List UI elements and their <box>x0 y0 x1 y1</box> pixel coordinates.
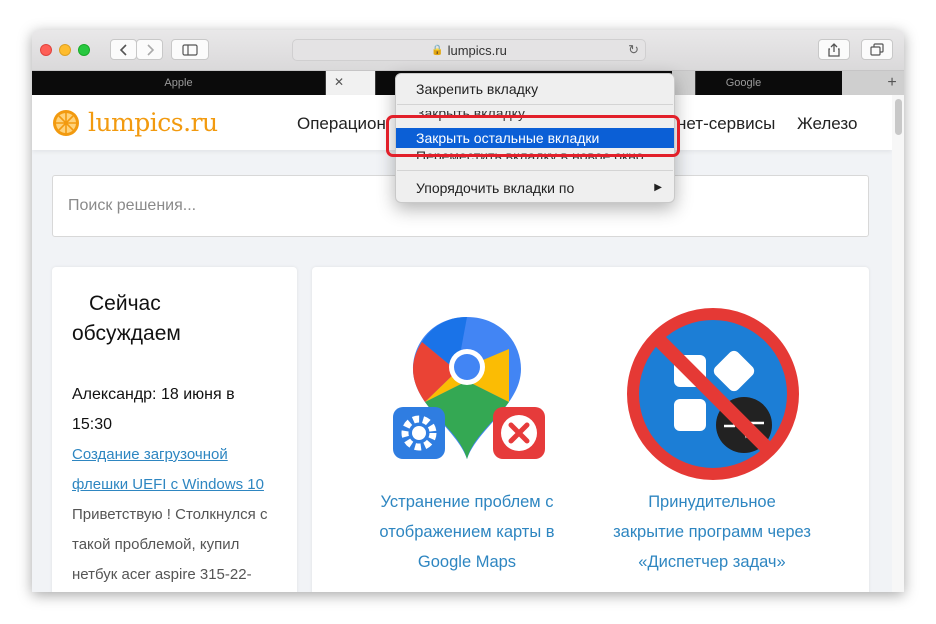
google-maps-icon[interactable] <box>387 309 547 469</box>
menu-separator <box>397 104 673 105</box>
close-window-button[interactable] <box>40 44 52 56</box>
sidebar-icon <box>182 43 198 56</box>
sidebar-toggle-button[interactable] <box>171 39 209 60</box>
discussion-card: Сейчас обсуждаем Александр: 18 июня в 15… <box>52 267 297 592</box>
title-bar: 🔒 lumpics.ru ↻ <box>32 30 904 71</box>
lock-icon: 🔒 <box>431 44 444 56</box>
nav-item-hardware[interactable]: Железо <box>797 114 857 134</box>
scrollbar-thumb[interactable] <box>895 99 902 135</box>
tabs-overview-icon <box>870 43 884 56</box>
highlight-annotation <box>386 115 680 157</box>
article-link-task-manager[interactable]: Принудительное закрытие программ через «… <box>612 487 812 577</box>
comment-author: Александр: 18 июня в 15:30 <box>72 386 235 433</box>
chevron-right-icon <box>146 43 154 56</box>
tab-background-2[interactable] <box>842 71 880 95</box>
tab-label: Apple <box>164 77 193 89</box>
comment-text: Приветствую ! Столкнулся с такой проблем… <box>72 506 268 583</box>
articles-card: Устранение проблем с отображением карты … <box>312 267 869 592</box>
address-url: lumpics.ru <box>447 42 507 58</box>
no-task-manager-icon[interactable] <box>622 303 804 485</box>
back-button[interactable] <box>110 39 137 60</box>
article-link-google-maps[interactable]: Устранение проблем с отображением карты … <box>372 487 562 577</box>
menu-item-arrange-tabs-by[interactable]: Упорядочить вкладки по ▶ <box>396 178 674 198</box>
tab-active[interactable]: ✕ <box>326 71 376 95</box>
tabs-overview-button[interactable] <box>861 39 893 60</box>
share-button[interactable] <box>818 39 850 60</box>
page-scrollbar[interactable] <box>892 95 904 592</box>
submenu-arrow-icon: ▶ <box>654 182 662 193</box>
menu-item-label: Упорядочить вкладки по <box>416 180 575 196</box>
menu-separator <box>397 170 673 171</box>
share-icon <box>828 42 840 57</box>
comment-article-link[interactable]: Создание загрузочной флешки UEFI с Windo… <box>72 440 282 500</box>
menu-item-pin-tab[interactable]: Закрепить вкладку <box>396 79 674 99</box>
address-bar[interactable]: 🔒 lumpics.ru ↻ <box>292 39 646 61</box>
tab-label: Google <box>725 77 762 89</box>
tab-apple[interactable]: Apple <box>32 71 326 95</box>
discussion-title: Сейчас обсуждаем <box>72 292 181 345</box>
chevron-left-icon <box>119 43 127 56</box>
reload-icon[interactable]: ↻ <box>628 42 639 58</box>
minimize-window-button[interactable] <box>59 44 71 56</box>
orange-logo-icon <box>53 109 79 136</box>
forward-button[interactable] <box>136 39 163 60</box>
close-tab-icon[interactable]: ✕ <box>334 75 344 89</box>
site-logo[interactable]: lumpics.ru <box>52 108 218 137</box>
nav-item-os[interactable]: Операцион <box>297 114 386 134</box>
nav-item-internet-services[interactable]: нет-сервисы <box>677 114 775 134</box>
new-tab-button[interactable]: + <box>880 71 904 95</box>
logo-text: lumpics.ru <box>88 108 218 137</box>
zoom-window-button[interactable] <box>78 44 90 56</box>
